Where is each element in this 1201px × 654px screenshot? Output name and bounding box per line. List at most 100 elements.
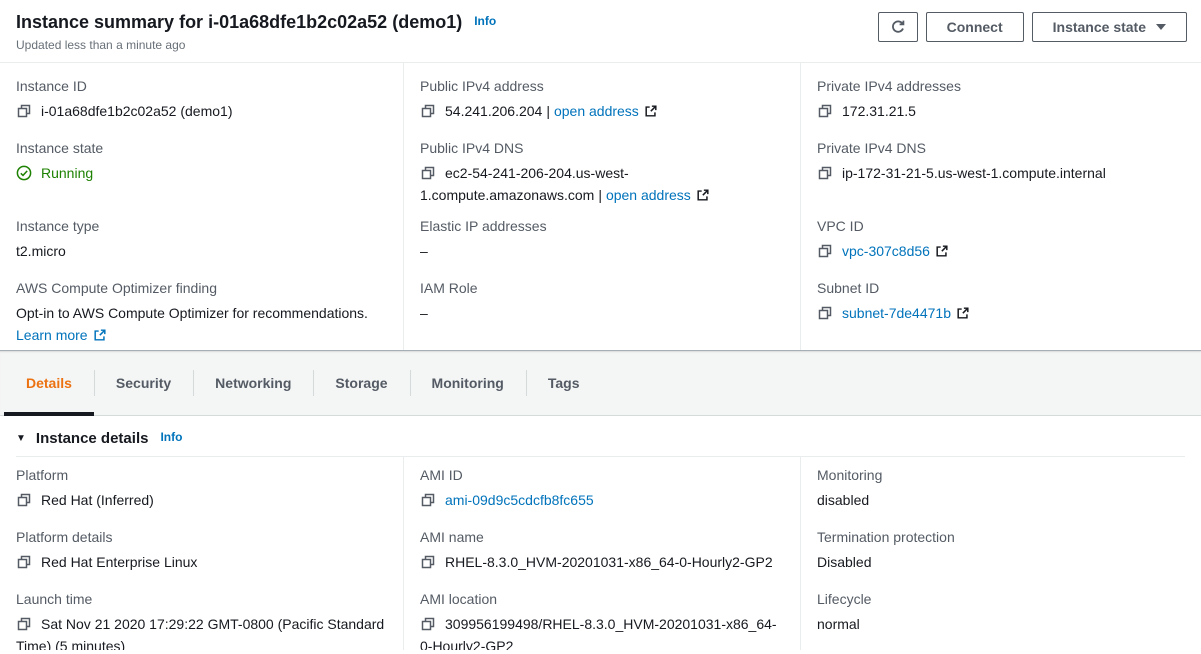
page-title: Instance summary for i-01a68dfe1b2c02a52…: [16, 12, 462, 32]
field-value: –: [420, 302, 784, 324]
tab-security[interactable]: Security: [94, 351, 193, 415]
field-value: Disabled: [817, 551, 1185, 573]
copy-icon[interactable]: [420, 554, 436, 570]
field-value: t2.micro: [16, 240, 387, 262]
copy-icon[interactable]: [16, 492, 32, 508]
field-private-ipv4-dns: Private IPv4 DNS ip-172-31-21-5.us-west-…: [800, 125, 1201, 203]
tab-monitoring[interactable]: Monitoring: [410, 351, 526, 415]
tab-networking[interactable]: Networking: [193, 351, 313, 415]
copy-icon[interactable]: [420, 492, 436, 508]
field-value: Red Hat (Inferred): [41, 492, 154, 508]
open-address-link[interactable]: open address: [554, 103, 639, 119]
field-subnet-id: Subnet ID subnet-7de4471b: [800, 265, 1201, 350]
field-label: Platform details: [16, 527, 387, 547]
field-ami-name: AMI name RHEL-8.3.0_HVM-20201031-x86_64-…: [403, 519, 800, 581]
field-label: AWS Compute Optimizer finding: [16, 278, 387, 298]
field-label: Public IPv4 address: [420, 76, 784, 96]
field-value: i-01a68dfe1b2c02a52 (demo1): [41, 103, 232, 119]
external-link-icon[interactable]: [696, 186, 710, 203]
field-public-ipv4-dns: Public IPv4 DNS ec2-54-241-206-204.us-we…: [403, 125, 800, 203]
refresh-button[interactable]: [878, 12, 918, 42]
field-private-ipv4-addresses: Private IPv4 addresses 172.31.21.5: [800, 63, 1201, 125]
info-link[interactable]: Info: [160, 430, 182, 444]
field-platform-details: Platform details Red Hat Enterprise Linu…: [0, 519, 403, 581]
field-instance-id: Instance ID i-01a68dfe1b2c02a52 (demo1): [0, 63, 403, 125]
field-vpc-id: VPC ID vpc-307c8d56: [800, 203, 1201, 265]
field-ami-location: AMI location 309956199498/RHEL-8.3.0_HVM…: [403, 581, 800, 650]
copy-icon[interactable]: [817, 165, 833, 181]
open-address-link[interactable]: open address: [606, 187, 691, 203]
field-label: Public IPv4 DNS: [420, 138, 784, 158]
field-label: AMI location: [420, 589, 784, 609]
field-value: normal: [817, 613, 1185, 635]
tab-label: Monitoring: [432, 375, 504, 391]
field-platform: Platform Red Hat (Inferred): [0, 457, 403, 519]
external-link-icon[interactable]: [93, 326, 107, 348]
field-value: Sat Nov 21 2020 17:29:22 GMT-0800 (Pacif…: [16, 616, 384, 650]
separator: |: [542, 103, 554, 119]
field-label: Instance ID: [16, 76, 387, 96]
field-iam-role: IAM Role –: [403, 265, 800, 350]
tab-label: Security: [116, 375, 171, 391]
field-label: AMI ID: [420, 465, 784, 485]
separator: |: [594, 187, 606, 203]
caret-down-icon: [1156, 24, 1166, 30]
copy-icon[interactable]: [16, 616, 32, 632]
field-label: Subnet ID: [817, 278, 1185, 298]
tab-details[interactable]: Details: [4, 351, 94, 415]
tab-label: Storage: [335, 375, 387, 391]
field-label: Elastic IP addresses: [420, 216, 784, 236]
field-elastic-ip: Elastic IP addresses –: [403, 203, 800, 265]
subnet-id-link[interactable]: subnet-7de4471b: [842, 305, 951, 321]
copy-icon[interactable]: [817, 305, 833, 321]
section-title: Instance details: [36, 430, 149, 447]
field-label: Platform: [16, 465, 387, 485]
field-value: –: [420, 240, 784, 262]
status-running-icon: [16, 165, 32, 181]
collapse-triangle-icon[interactable]: ▼: [16, 433, 26, 444]
info-link[interactable]: Info: [474, 14, 496, 28]
tab-tags[interactable]: Tags: [526, 351, 602, 415]
copy-icon[interactable]: [420, 616, 436, 632]
tab-storage[interactable]: Storage: [313, 351, 409, 415]
field-monitoring: Monitoring disabled: [800, 457, 1201, 519]
field-public-ipv4-address: Public IPv4 address 54.241.206.204|open …: [403, 63, 800, 125]
field-ami-id: AMI ID ami-09d9c5cdcfb8fc655: [403, 457, 800, 519]
ami-id-link[interactable]: ami-09d9c5cdcfb8fc655: [445, 492, 594, 508]
learn-more-link[interactable]: Learn more: [16, 327, 88, 343]
connect-button[interactable]: Connect: [926, 12, 1024, 42]
copy-icon[interactable]: [817, 243, 833, 259]
field-instance-type: Instance type t2.micro: [0, 203, 403, 265]
vpc-id-link[interactable]: vpc-307c8d56: [842, 243, 930, 259]
field-label: Instance state: [16, 138, 387, 158]
field-label: Instance type: [16, 216, 387, 236]
copy-icon[interactable]: [16, 103, 32, 119]
tab-label: Networking: [215, 375, 291, 391]
field-instance-state: Instance state Running: [0, 125, 403, 203]
field-value: 309956199498/RHEL-8.3.0_HVM-20201031-x86…: [420, 616, 777, 650]
field-value: ip-172-31-21-5.us-west-1.compute.interna…: [842, 165, 1106, 181]
field-value: 172.31.21.5: [842, 103, 916, 119]
field-label: Monitoring: [817, 465, 1185, 485]
header-titles: Instance summary for i-01a68dfe1b2c02a52…: [16, 12, 496, 62]
status-badge: Running: [41, 165, 93, 181]
field-label: IAM Role: [420, 278, 784, 298]
external-link-icon[interactable]: [956, 304, 970, 326]
external-link-icon[interactable]: [644, 102, 658, 124]
copy-icon[interactable]: [420, 165, 436, 181]
field-value: 54.241.206.204: [445, 103, 542, 119]
instance-state-button[interactable]: Instance state: [1032, 12, 1187, 42]
copy-icon[interactable]: [817, 103, 833, 119]
external-link-icon[interactable]: [935, 242, 949, 264]
field-value: Opt-in to AWS Compute Optimizer for reco…: [16, 305, 368, 321]
field-compute-optimizer: AWS Compute Optimizer finding Opt-in to …: [0, 265, 403, 350]
header-actions: Connect Instance state: [878, 12, 1187, 62]
tab-label: Details: [26, 375, 72, 391]
copy-icon[interactable]: [16, 554, 32, 570]
copy-icon[interactable]: [420, 103, 436, 119]
summary-header: Instance summary for i-01a68dfe1b2c02a52…: [0, 0, 1201, 63]
connect-button-label: Connect: [947, 19, 1003, 35]
field-label: Private IPv4 DNS: [817, 138, 1185, 158]
field-value: RHEL-8.3.0_HVM-20201031-x86_64-0-Hourly2…: [445, 554, 773, 570]
field-label: AMI name: [420, 527, 784, 547]
